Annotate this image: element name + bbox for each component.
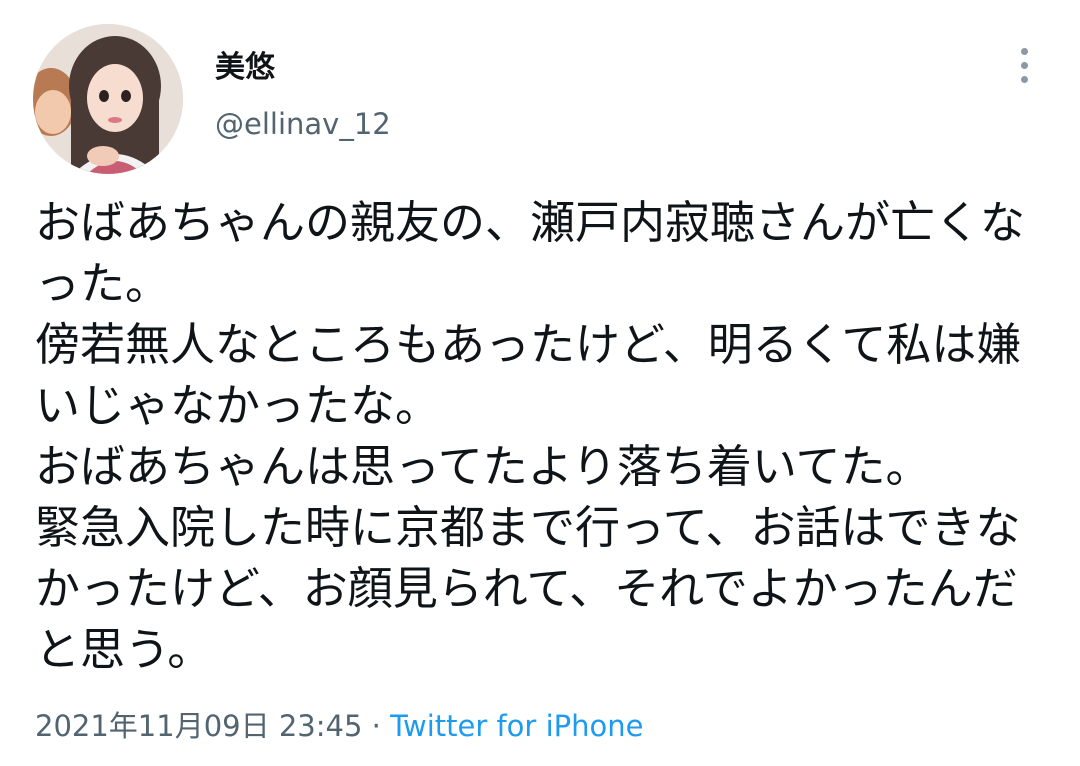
tweet-card: 美悠 @ellinav_12 おばあちゃんの親友の、瀬戸内寂聴さんが亡くなった。… — [0, 0, 1080, 766]
username-handle[interactable]: @ellinav_12 — [215, 104, 391, 144]
tweet-meta: 2021年11月09日 23:45 · Twitter for iPhone — [35, 706, 643, 746]
tweet-timestamp[interactable]: 2021年11月09日 23:45 — [35, 709, 362, 743]
tweet-text: おばあちゃんの親友の、瀬戸内寂聴さんが亡くなった。 傍若無人なところもあったけど… — [35, 196, 1026, 676]
display-name[interactable]: 美悠 — [215, 48, 275, 88]
more-vertical-icon[interactable] — [1010, 44, 1040, 88]
avatar[interactable] — [33, 24, 183, 174]
tweet-source-link[interactable]: Twitter for iPhone — [390, 709, 643, 743]
meta-separator: · — [371, 709, 381, 743]
avatar-image — [33, 24, 183, 174]
